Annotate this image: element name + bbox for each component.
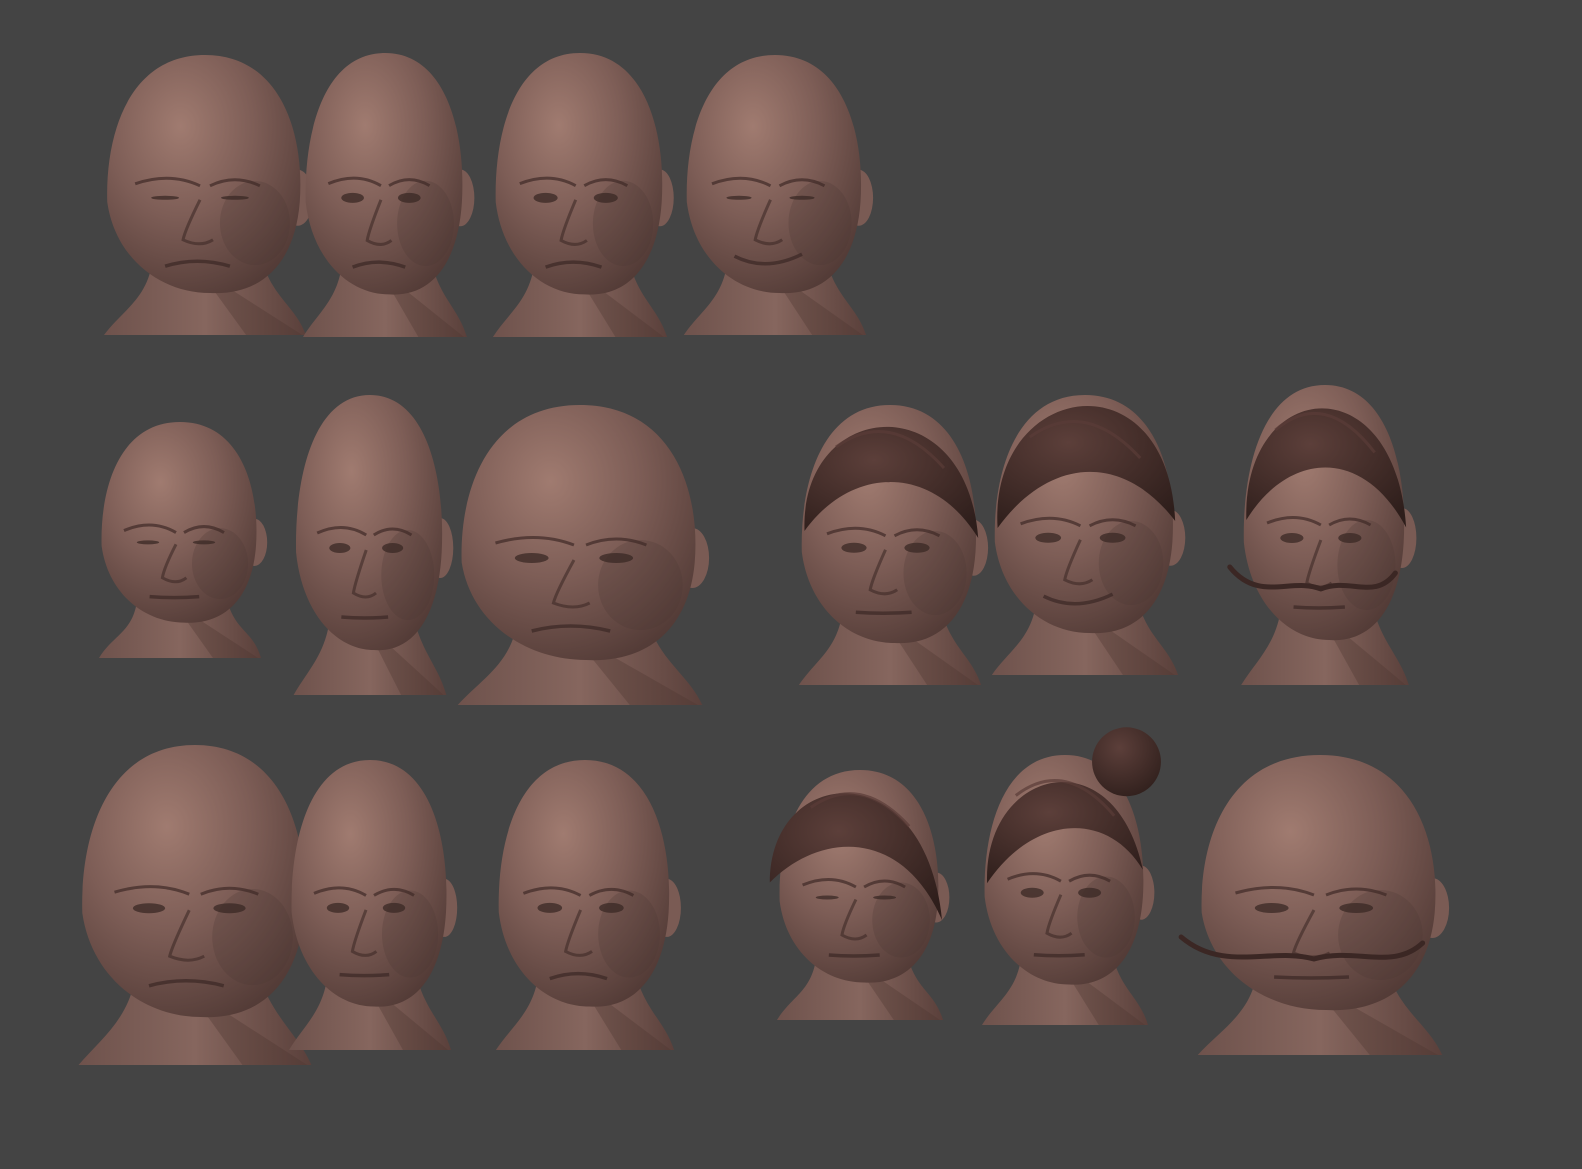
left-eye [514,553,549,563]
left-eye [151,195,180,200]
left-eye [1254,903,1289,913]
right-eye [397,192,421,203]
left-eye [326,902,350,913]
right-eye [599,902,624,913]
mouth [1293,605,1346,610]
sculpt-canvas [0,0,1582,1169]
left-eye [329,543,351,553]
left-eye [341,192,364,203]
left-eye [136,540,160,545]
right-eye [220,195,249,200]
right-eye [382,902,406,913]
mouth [1274,975,1350,980]
left-eye [841,542,867,553]
right-eye [213,903,246,914]
right-eye [789,195,815,200]
right-eye [593,192,618,203]
left-eye [132,903,166,914]
mouth [341,615,389,620]
right-eye [1099,532,1126,543]
right-eye [873,895,897,900]
right-eye [1338,533,1362,543]
left-eye [537,902,563,913]
right-eye [192,540,216,545]
right-eye [1339,903,1374,913]
mouth [149,594,200,600]
right-eye [599,553,634,563]
cheek-shadow [192,528,248,599]
right-eye [1078,887,1102,898]
left-eye [533,192,558,203]
mouth [1033,953,1085,958]
left-eye [726,195,752,200]
mouth [339,972,390,978]
left-eye [1280,533,1304,543]
right-eye [382,543,404,553]
left-eye [1035,532,1062,543]
cheek-shadow [788,181,852,265]
mouth [828,953,880,958]
cheek-shadow [219,181,290,265]
mouth [855,610,912,615]
cheek-shadow [872,882,930,958]
cheek-shadow [212,889,293,985]
head-sculpt-gallery [0,0,1582,1169]
left-eye [815,895,839,900]
hair-bun [1092,727,1161,797]
right-eye [904,542,930,553]
left-eye [1020,887,1044,898]
